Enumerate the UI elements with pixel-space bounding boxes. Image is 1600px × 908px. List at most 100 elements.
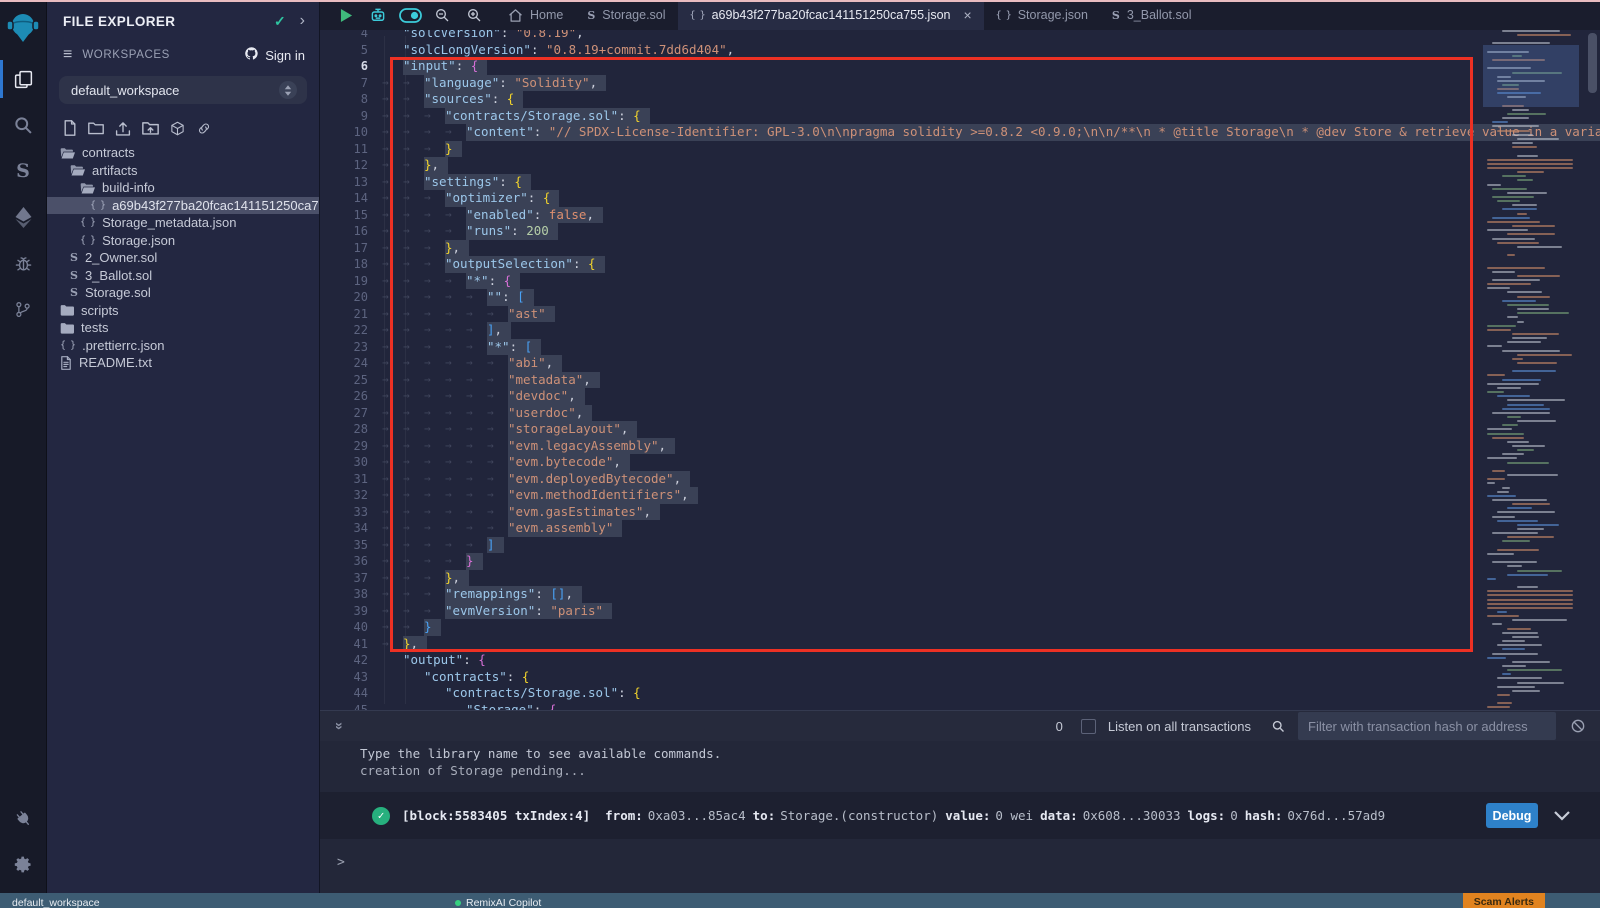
tree-item-tests[interactable]: tests: [47, 319, 319, 337]
tab-3-ballot-sol[interactable]: S3_Ballot.sol: [1100, 0, 1204, 30]
tree-item-storage-sol[interactable]: SStorage.sol: [47, 284, 319, 302]
scam-alerts-badge[interactable]: Scam Alerts: [1463, 893, 1545, 908]
code-line[interactable]: 4"solcVersion": "0.8.19",: [320, 30, 1600, 42]
tree-item-3-ballot-sol[interactable]: S3_Ballot.sol: [47, 267, 319, 285]
listen-checkbox[interactable]: [1081, 719, 1096, 734]
workspace-stepper-icon[interactable]: [279, 81, 297, 99]
file-explorer-icon[interactable]: [0, 62, 47, 96]
code-line[interactable]: 45"Storage": {: [320, 702, 1600, 711]
chevron-right-icon[interactable]: ›: [300, 12, 305, 30]
code-line[interactable]: 33→→→→→→"evm.gasEstimates",: [320, 504, 1600, 521]
search-icon[interactable]: [0, 108, 47, 142]
sign-in-button[interactable]: Sign in: [244, 46, 305, 64]
code-line[interactable]: 22→→→→→],: [320, 322, 1600, 339]
tree-item-artifacts[interactable]: artifacts: [47, 162, 319, 180]
code-line[interactable]: 27→→→→→→"userdoc",: [320, 405, 1600, 422]
tree-item-build-info[interactable]: build-info: [47, 179, 319, 197]
new-file-icon[interactable]: [63, 120, 77, 136]
zoom-in-icon[interactable]: [462, 3, 486, 27]
expand-chevron-icon[interactable]: [1554, 811, 1570, 821]
code-line[interactable]: 15→→→→"enabled": false,: [320, 207, 1600, 224]
tree-item-storage-metadata-json[interactable]: { }Storage_metadata.json: [47, 214, 319, 232]
code-editor[interactable]: 4"solcVersion": "0.8.19",5"solcLongVersi…: [320, 30, 1600, 710]
settings-icon[interactable]: [0, 847, 47, 881]
code-line[interactable]: 42"output": {: [320, 652, 1600, 669]
plugin-manager-icon[interactable]: [0, 801, 47, 835]
code-line[interactable]: 35→→→→→]: [320, 537, 1600, 554]
code-line[interactable]: 39→→→"evmVersion": "paris": [320, 603, 1600, 620]
code-line[interactable]: 16→→→→"runs": 200: [320, 223, 1600, 240]
code-line[interactable]: 21→→→→→→"ast": [320, 306, 1600, 323]
tree-item-2-owner-sol[interactable]: S2_Owner.sol: [47, 249, 319, 267]
ai-assistant-icon[interactable]: [366, 3, 390, 27]
close-icon[interactable]: ×: [963, 7, 971, 23]
tree-item--prettierrc-json[interactable]: { }.prettierrc.json: [47, 337, 319, 355]
code-line[interactable]: 29→→→→→→"evm.legacyAssembly",: [320, 438, 1600, 455]
terminal-prompt[interactable]: >: [337, 855, 1600, 870]
code-line[interactable]: 43"contracts": {: [320, 669, 1600, 686]
tab-a69b43f277ba20fcac141151250ca755-json[interactable]: { }a69b43f277ba20fcac141151250ca755.json…: [678, 0, 984, 30]
code-line[interactable]: 19→→→→"*": {: [320, 273, 1600, 290]
code-line[interactable]: 28→→→→→→"storageLayout",: [320, 421, 1600, 438]
code-line[interactable]: 13→→"settings": {: [320, 174, 1600, 191]
upload-file-icon[interactable]: [115, 120, 131, 136]
code-line[interactable]: 37→→→},: [320, 570, 1600, 587]
code-line[interactable]: 12→→},: [320, 157, 1600, 174]
code-line[interactable]: 7→→"language": "Solidity",: [320, 75, 1600, 92]
code-line[interactable]: 5"solcLongVersion": "0.8.19+commit.7dd6d…: [320, 42, 1600, 59]
new-folder-icon[interactable]: [88, 120, 104, 136]
code-line[interactable]: 41→},: [320, 636, 1600, 653]
tab-storage-sol[interactable]: SStorage.sol: [575, 0, 677, 30]
remix-logo-icon[interactable]: [0, 8, 47, 48]
code-line[interactable]: 20→→→→→"": [: [320, 289, 1600, 306]
hamburger-menu-icon[interactable]: ≡: [63, 46, 72, 64]
statusbar-ai-copilot[interactable]: RemixAI Copilot: [455, 894, 541, 908]
workspace-select[interactable]: default_workspace: [59, 76, 307, 104]
toggle-icon[interactable]: [398, 3, 422, 27]
code-line[interactable]: 23→→→→→"*": [: [320, 339, 1600, 356]
tree-item-contracts[interactable]: contracts: [47, 144, 319, 162]
code-line[interactable]: 31→→→→→→"evm.deployedBytecode",: [320, 471, 1600, 488]
code-line[interactable]: 9→→→"contracts/Storage.sol": {: [320, 108, 1600, 125]
code-line[interactable]: 6"input": {: [320, 58, 1600, 75]
tree-item-storage-json[interactable]: { }Storage.json: [47, 232, 319, 250]
upload-folder-icon[interactable]: [142, 120, 159, 136]
code-line[interactable]: 30→→→→→→"evm.bytecode",: [320, 454, 1600, 471]
tab-home[interactable]: Home: [496, 0, 575, 30]
terminal-collapse-icon[interactable]: »: [332, 722, 348, 730]
debugger-icon[interactable]: [0, 246, 47, 280]
search-icon[interactable]: [1271, 719, 1286, 734]
code-line[interactable]: 44"contracts/Storage.sol": {: [320, 685, 1600, 702]
git-icon[interactable]: [0, 292, 47, 326]
code-line[interactable]: 25→→→→→→"metadata",: [320, 372, 1600, 389]
link-icon[interactable]: [196, 120, 212, 136]
debug-button[interactable]: Debug: [1486, 803, 1538, 828]
code-line[interactable]: 26→→→→→→"devdoc",: [320, 388, 1600, 405]
tree-item-readme-txt[interactable]: README.txt: [47, 354, 319, 372]
code-line[interactable]: 34→→→→→→"evm.assembly": [320, 520, 1600, 537]
code-line[interactable]: 24→→→→→→"abi",: [320, 355, 1600, 372]
code-line[interactable]: 38→→→"remappings": [],: [320, 586, 1600, 603]
code-line[interactable]: 32→→→→→→"evm.methodIdentifiers",: [320, 487, 1600, 504]
deploy-run-icon[interactable]: [0, 200, 47, 234]
code-line[interactable]: 14→→→"optimizer": {: [320, 190, 1600, 207]
tree-item-a69b43f277ba20fcac141151250ca7-[interactable]: { }a69b43f277ba20fcac141151250ca7...: [47, 197, 319, 215]
tab-storage-json[interactable]: { }Storage.json: [984, 0, 1100, 30]
editor-scrollbar[interactable]: [1588, 33, 1597, 93]
statusbar-workspace[interactable]: default_workspace: [12, 894, 100, 908]
solidity-compiler-icon[interactable]: S: [0, 154, 47, 188]
code-line[interactable]: 36→→→→}: [320, 553, 1600, 570]
run-icon[interactable]: [334, 3, 358, 27]
code-line[interactable]: 11→→→}: [320, 141, 1600, 158]
transaction-log[interactable]: ✓ [block:5583405 txIndex:4]from:0xa03...…: [320, 792, 1600, 839]
cube-icon[interactable]: [170, 120, 185, 136]
transaction-filter-input[interactable]: [1298, 712, 1556, 740]
code-line[interactable]: 17→→→},: [320, 240, 1600, 257]
minimap-slider[interactable]: [1483, 45, 1579, 107]
tree-item-scripts[interactable]: scripts: [47, 302, 319, 320]
zoom-out-icon[interactable]: [430, 3, 454, 27]
clear-console-icon[interactable]: [1570, 718, 1586, 734]
code-line[interactable]: 40→→}: [320, 619, 1600, 636]
code-line[interactable]: 10→→→→"content": "// SPDX-License-Identi…: [320, 124, 1600, 141]
code-line[interactable]: 8→→"sources": {: [320, 91, 1600, 108]
